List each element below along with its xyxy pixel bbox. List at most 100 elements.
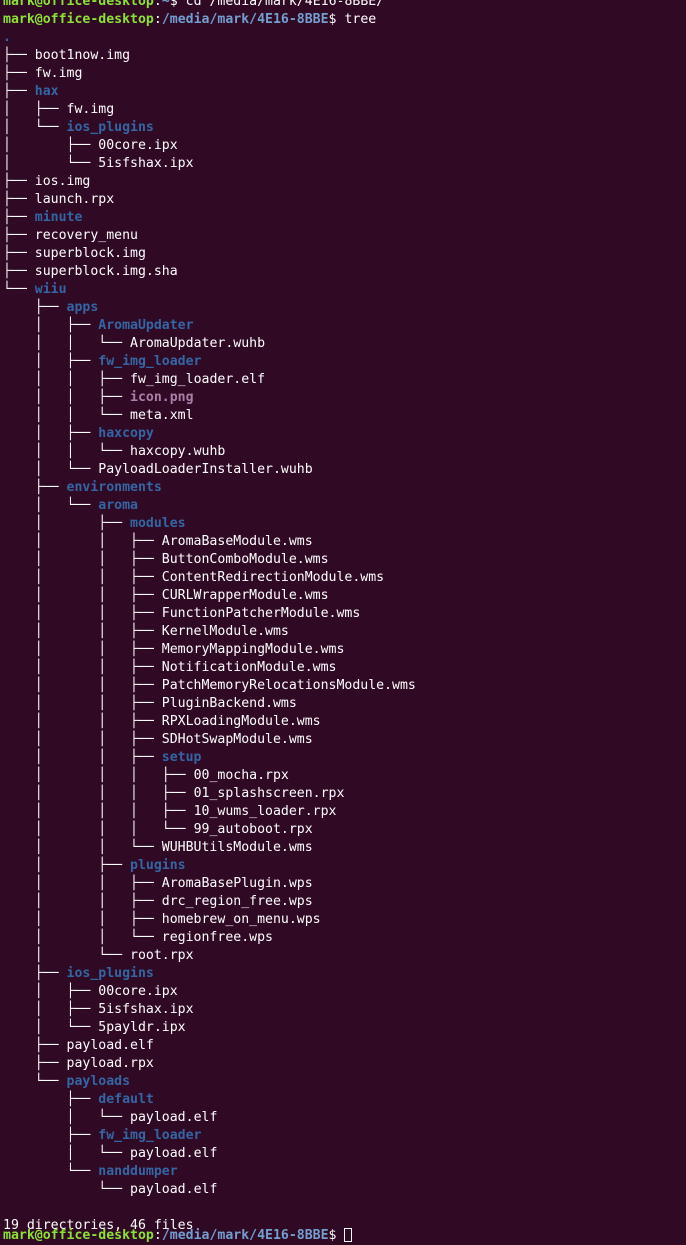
tree-entry: │ │ └── AromaUpdater.wuhb — [0, 335, 686, 353]
tree-directory-name: modules — [130, 516, 186, 531]
tree-branch-prefix: │ └── — [3, 156, 99, 171]
tree-branch-prefix: │ ├── — [3, 318, 99, 333]
tree-directory-name: AromaUpdater — [98, 318, 194, 333]
tree-branch-prefix: │ │ ├── — [3, 570, 162, 585]
tree-file-name: AromaBaseModule.wms — [161, 534, 313, 549]
tree-branch-prefix: │ │ ├── — [3, 534, 162, 549]
tree-entry: │ │ ├── PluginBackend.wms — [0, 695, 686, 713]
tree-file-name: 01_splashscreen.rpx — [193, 786, 345, 801]
tree-branch-prefix: │ │ ├── — [3, 678, 162, 693]
tree-file-name: launch.rpx — [34, 192, 115, 207]
tree-entry: │ ├── fw_img_loader — [0, 353, 686, 371]
tree-file-name: boot1now.img — [34, 48, 131, 63]
tree-directory-name: haxcopy — [98, 426, 154, 441]
tree-entry: │ │ ├── NotificationModule.wms — [0, 659, 686, 677]
tree-directory-name: ios_plugins — [66, 120, 154, 135]
tree-entry: │ └── aroma — [0, 497, 686, 515]
prompt-dollar: $ — [169, 0, 186, 9]
tree-entry: ├── recovery_menu — [0, 227, 686, 245]
current-command-line: mark@office-desktop:/media/mark/4E16-8BB… — [0, 11, 686, 29]
tree-entry: │ │ ├── MemoryMappingModule.wms — [0, 641, 686, 659]
tree-file-name: superblock.img — [34, 246, 146, 261]
tree-branch-prefix: │ ├── — [3, 426, 99, 441]
tree-file-name: RPXLoadingModule.wms — [161, 714, 321, 729]
tree-branch-prefix: │ └── — [3, 1020, 99, 1035]
tree-file-name: 5isfshax.ipx — [98, 1002, 194, 1017]
tree-branch-prefix: ├── — [3, 1092, 99, 1107]
next-prompt-line[interactable]: mark@office-desktop:/media/mark/4E16-8BB… — [3, 1227, 353, 1245]
tree-entry: └── wiiu — [0, 281, 686, 299]
tree-branch-prefix: │ ├── — [3, 102, 67, 117]
tree-branch-prefix: │ └── — [3, 120, 67, 135]
tree-entry: │ │ ├── RPXLoadingModule.wms — [0, 713, 686, 731]
tree-entry: │ │ ├── KernelModule.wms — [0, 623, 686, 641]
prompt-dollar: $ — [328, 12, 345, 27]
tree-entry: ├── launch.rpx — [0, 191, 686, 209]
tree-file-name: 00core.ipx — [98, 138, 178, 153]
tree-entry: │ ├── plugins — [0, 857, 686, 875]
tree-file-name: fw.img — [34, 66, 83, 81]
previous-command-line: mark@office-desktop:~$ cd /media/mark/4E… — [0, 0, 686, 11]
tree-entry: │ └── root.rpx — [0, 947, 686, 965]
tree-file-name: MemoryMappingModule.wms — [161, 642, 345, 657]
tree-entry: │ └── payload.elf — [0, 1145, 686, 1163]
tree-entry: │ │ ├── ContentRedirectionModule.wms — [0, 569, 686, 587]
prompt-path: /media/mark/4E16-8BBE — [161, 1228, 329, 1243]
tree-entry: ├── boot1now.img — [0, 47, 686, 65]
tree-file-name: ButtonComboModule.wms — [161, 552, 329, 567]
tree-file-name: payload.elf — [66, 1038, 154, 1053]
tree-entry: │ │ │ ├── 10_wums_loader.rpx — [0, 803, 686, 821]
tree-root: . — [0, 29, 686, 47]
tree-entry: │ │ │ └── 99_autoboot.rpx — [0, 821, 686, 839]
tree-entry: │ │ ├── icon.png — [0, 389, 686, 407]
tree-file-name: meta.xml — [130, 408, 194, 423]
tree-file-name: 99_autoboot.rpx — [193, 822, 313, 837]
tree-file-name: root.rpx — [130, 948, 194, 963]
tree-branch-prefix: │ │ ├── — [3, 390, 131, 405]
tree-entry: │ │ │ ├── 00_mocha.rpx — [0, 767, 686, 785]
tree-branch-prefix: ├── — [3, 228, 35, 243]
terminal-window[interactable]: mark@office-desktop:~$ cd /media/mark/4E… — [0, 0, 686, 1235]
tree-branch-prefix: │ │ ├── — [3, 624, 162, 639]
tree-branch-prefix: │ │ ├── — [3, 588, 162, 603]
tree-branch-prefix: │ │ ├── — [3, 750, 162, 765]
tree-directory-name: default — [98, 1092, 154, 1107]
tree-branch-prefix: │ │ ├── — [3, 696, 162, 711]
prompt-path: ~ — [161, 0, 170, 9]
tree-file-name: 10_wums_loader.rpx — [193, 804, 337, 819]
terminal-cursor — [344, 1228, 353, 1242]
tree-entry: │ │ ├── FunctionPatcherModule.wms — [0, 605, 686, 623]
tree-entry: ├── minute — [0, 209, 686, 227]
command-text: tree — [344, 12, 377, 27]
tree-file-name: CURLWrapperModule.wms — [161, 588, 329, 603]
tree-directory-name: minute — [34, 210, 83, 225]
tree-entry: │ └── PayloadLoaderInstaller.wuhb — [0, 461, 686, 479]
tree-directory-name: plugins — [130, 858, 186, 873]
tree-entry: │ │ ├── AromaBasePlugin.wps — [0, 875, 686, 893]
tree-entry: │ │ ├── SDHotSwapModule.wms — [0, 731, 686, 749]
tree-file-name: fw.img — [66, 102, 115, 117]
tree-directory-name: fw_img_loader — [98, 354, 202, 369]
tree-file-name: AromaUpdater.wuhb — [130, 336, 266, 351]
tree-file-name: 00_mocha.rpx — [193, 768, 289, 783]
prompt-user: mark@office-desktop — [3, 12, 154, 27]
tree-file-name: payload.elf — [130, 1146, 218, 1161]
tree-branch-prefix: ├── — [3, 1038, 67, 1053]
tree-file-name: WUHBUtilsModule.wms — [161, 840, 313, 855]
tree-entry: ├── hax — [0, 83, 686, 101]
tree-branch-prefix: │ ├── — [3, 984, 99, 999]
tree-entry: │ ├── AromaUpdater — [0, 317, 686, 335]
tree-entry: ├── payload.rpx — [0, 1055, 686, 1073]
tree-entry: ├── superblock.img — [0, 245, 686, 263]
tree-directory-name: setup — [161, 750, 202, 765]
tree-branch-prefix: │ │ │ ├── — [3, 768, 194, 783]
tree-entry: │ └── payload.elf — [0, 1109, 686, 1127]
prompt-path: /media/mark/4E16-8BBE — [161, 12, 329, 27]
tree-branch-prefix: │ │ ├── — [3, 912, 162, 927]
tree-branch-prefix: └── — [3, 1164, 99, 1179]
tree-branch-prefix: │ └── — [3, 1146, 131, 1161]
tree-branch-prefix: │ │ ├── — [3, 552, 162, 567]
tree-file-name: icon.png — [130, 390, 194, 405]
tree-branch-prefix: └── — [3, 1182, 131, 1197]
tree-branch-prefix: │ └── — [3, 948, 131, 963]
